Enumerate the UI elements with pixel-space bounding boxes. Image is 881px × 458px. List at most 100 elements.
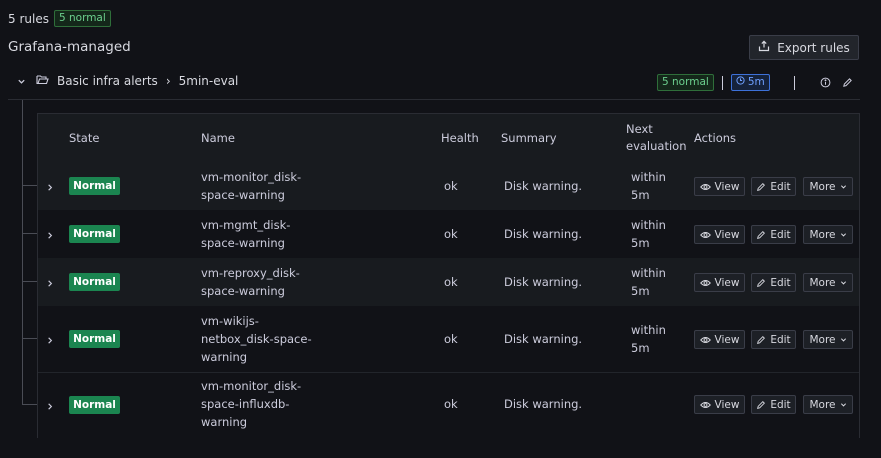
- view-label: View: [714, 228, 740, 241]
- more-button[interactable]: More: [803, 330, 853, 349]
- info-icon[interactable]: [819, 76, 833, 90]
- rule-group-header: Basic infra alerts › 5min-eval: [14, 74, 238, 88]
- edit-button[interactable]: Edit: [751, 395, 796, 414]
- breadcrumb-separator: ›: [165, 74, 171, 88]
- chevron-right-icon[interactable]: [46, 334, 56, 344]
- edit-button[interactable]: Edit: [751, 273, 796, 292]
- rule-name-line: vm-monitor_disk-: [201, 379, 302, 393]
- more-button[interactable]: More: [803, 225, 853, 244]
- summary-value: Disk warning.: [504, 275, 583, 289]
- folder-name[interactable]: Basic infra alerts: [57, 74, 158, 88]
- folder-open-icon: [36, 74, 49, 88]
- chevron-down-icon: [840, 184, 846, 189]
- pencil-icon[interactable]: [841, 76, 855, 90]
- rule-name-line: vm-mgmt_disk-: [201, 218, 291, 232]
- next-eval-line: within: [631, 170, 666, 184]
- rule-name-line: vm-reproxy_disk-: [201, 266, 300, 280]
- tree-branch: [22, 281, 38, 282]
- tree-branch: [22, 338, 38, 339]
- edit-label: Edit: [770, 180, 791, 193]
- chevron-right-icon[interactable]: [46, 277, 56, 287]
- namespace-title: Grafana-managed: [8, 39, 131, 55]
- chevron-down-icon: [840, 337, 846, 342]
- table-header: State Name Health Summary Next evaluatio…: [38, 114, 859, 162]
- next-eval-line: 5m: [631, 341, 650, 355]
- edit-button[interactable]: Edit: [751, 225, 796, 244]
- table-row: Normal vm-monitor_disk- space-warning ok…: [38, 162, 859, 210]
- col-name: Name: [201, 131, 235, 145]
- tree-connector: [22, 100, 23, 404]
- view-button[interactable]: View: [694, 395, 745, 414]
- eye-icon: [699, 401, 711, 408]
- rule-name-line: space-warning: [201, 236, 285, 250]
- table-row: Normal vm-mgmt_disk- space-warning ok Di…: [38, 210, 859, 258]
- tree-branch: [22, 233, 38, 234]
- export-icon: [758, 40, 770, 55]
- state-badge: Normal: [69, 177, 120, 195]
- health-value: ok: [444, 227, 458, 241]
- summary-value: Disk warning.: [504, 397, 583, 411]
- more-label: More: [809, 398, 836, 411]
- next-eval-line: within: [631, 266, 666, 280]
- more-button[interactable]: More: [803, 395, 853, 414]
- table-row: Normal vm-monitor_disk- space-influxdb- …: [38, 372, 859, 438]
- edit-label: Edit: [770, 276, 791, 289]
- eye-icon: [699, 336, 711, 343]
- view-button[interactable]: View: [694, 225, 745, 244]
- edit-button[interactable]: Edit: [751, 330, 796, 349]
- eye-icon: [699, 231, 711, 238]
- rules-table: State Name Health Summary Next evaluatio…: [37, 113, 860, 438]
- rule-name-line: warning: [201, 415, 248, 429]
- state-badge: Normal: [69, 330, 120, 348]
- more-label: More: [809, 276, 836, 289]
- col-next-eval-2: evaluation: [626, 139, 687, 153]
- divider: [793, 75, 795, 90]
- edit-label: Edit: [770, 398, 791, 411]
- col-summary: Summary: [501, 131, 557, 145]
- tree-branch: [22, 404, 38, 405]
- edit-button[interactable]: Edit: [751, 177, 796, 196]
- col-next-eval-1: Next: [626, 122, 653, 136]
- chevron-right-icon[interactable]: [46, 181, 56, 191]
- summary-value: Disk warning.: [504, 332, 583, 346]
- tree-branch: [22, 185, 38, 186]
- eye-icon: [699, 183, 711, 190]
- state-badge: Normal: [69, 396, 120, 414]
- state-badge: Normal: [69, 273, 120, 291]
- chevron-down-icon[interactable]: [14, 74, 28, 88]
- export-rules-button[interactable]: Export rules: [749, 35, 859, 60]
- pencil-icon: [757, 278, 766, 287]
- pencil-icon: [757, 182, 766, 191]
- next-eval-line: 5m: [631, 188, 650, 202]
- view-button[interactable]: View: [694, 177, 745, 196]
- view-button[interactable]: View: [694, 330, 745, 349]
- rule-name-line: space-warning: [201, 188, 285, 202]
- more-button[interactable]: More: [803, 177, 853, 196]
- next-eval-line: within: [631, 323, 666, 337]
- chevron-right-icon[interactable]: [46, 229, 56, 239]
- next-eval-line: within: [631, 218, 666, 232]
- rule-name-line: vm-monitor_disk-: [201, 170, 302, 184]
- pencil-icon: [757, 400, 766, 409]
- rules-summary: 5 rules 5 normal: [8, 10, 111, 27]
- health-value: ok: [444, 397, 458, 411]
- edit-label: Edit: [770, 228, 791, 241]
- view-button[interactable]: View: [694, 273, 745, 292]
- more-button[interactable]: More: [803, 273, 853, 292]
- group-name: 5min-eval: [178, 74, 239, 88]
- rule-name-line: space-warning: [201, 284, 285, 298]
- more-label: More: [809, 228, 836, 241]
- col-state: State: [69, 131, 100, 145]
- view-label: View: [714, 180, 740, 193]
- group-meta: 5 normal 5m: [657, 74, 855, 91]
- clock-icon: [736, 76, 745, 89]
- health-value: ok: [444, 179, 458, 193]
- summary-value: Disk warning.: [504, 227, 583, 241]
- col-health: Health: [441, 131, 479, 145]
- rule-name-line: netbox_disk-space-: [201, 332, 312, 346]
- chevron-right-icon[interactable]: [46, 400, 56, 410]
- next-eval-line: 5m: [631, 284, 650, 298]
- table-row: Normal vm-wikijs- netbox_disk-space- war…: [38, 306, 859, 372]
- col-actions: Actions: [694, 131, 737, 145]
- summary-value: Disk warning.: [504, 179, 583, 193]
